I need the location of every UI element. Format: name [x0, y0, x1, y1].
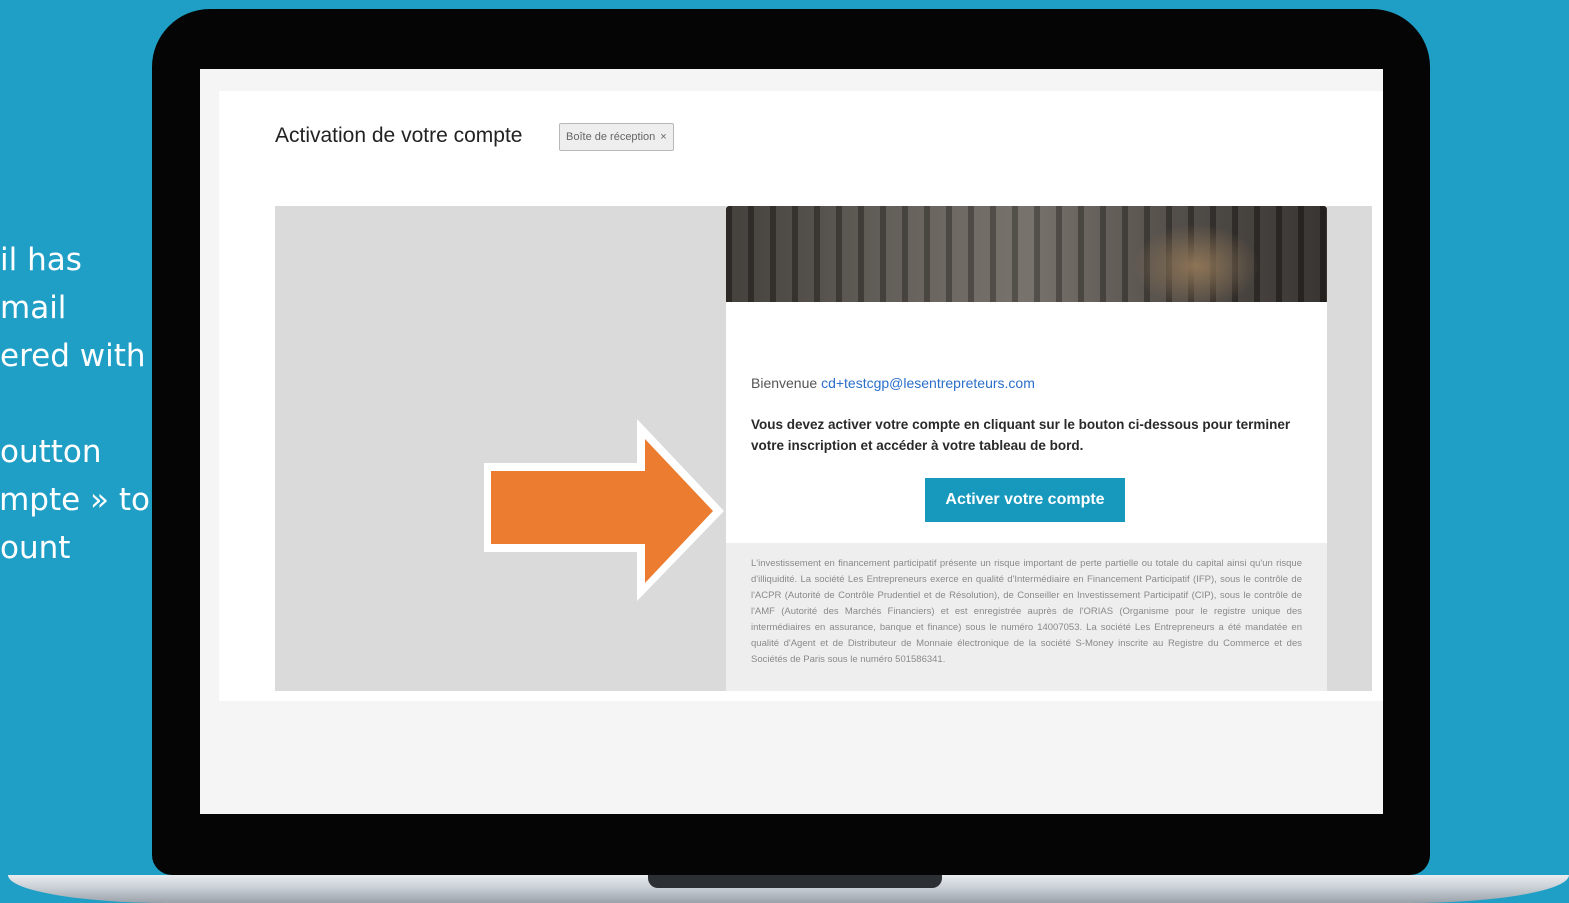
caption-gap — [0, 380, 150, 428]
caption-line: ount — [0, 530, 71, 566]
side-caption: il has mail ered with outton mpte » to o… — [0, 236, 150, 572]
activate-account-button[interactable]: Activer votre compte — [925, 478, 1125, 522]
remove-label-icon[interactable]: × — [660, 131, 666, 143]
caption-line: outton — [0, 434, 102, 470]
email-body: Bienvenue cd+testcgp@lesentrepreteurs.co… — [275, 206, 1372, 691]
email-subject: Activation de votre compte — [275, 124, 523, 147]
arrow-pointer-icon — [484, 419, 724, 601]
activation-instruction: Vous devez activer votre compte en cliqu… — [751, 417, 1291, 453]
caption-line: mail — [0, 290, 67, 326]
caption-line: mpte » to — [0, 482, 150, 518]
caption-line: il has — [0, 242, 82, 278]
arrow-fill — [491, 439, 713, 583]
greeting: Bienvenue cd+testcgp@lesentrepreteurs.co… — [751, 375, 1035, 391]
caption-line: ered with — [0, 338, 146, 374]
email-card: Bienvenue cd+testcgp@lesentrepreteurs.co… — [726, 206, 1327, 691]
inbox-label-chip[interactable]: Boîte de réception × — [559, 123, 674, 151]
legal-disclaimer: L'investissement en financement particip… — [726, 543, 1327, 691]
greeting-prefix: Bienvenue — [751, 375, 818, 391]
header-banner-image — [726, 206, 1327, 302]
laptop-screen: Activation de votre compte Boîte de réce… — [200, 69, 1383, 814]
email-view: Activation de votre compte Boîte de réce… — [219, 91, 1383, 701]
inbox-label-text: Boîte de réception — [566, 131, 656, 143]
laptop-notch — [648, 875, 942, 888]
recipient-email-link[interactable]: cd+testcgp@lesentrepreteurs.com — [821, 375, 1035, 391]
